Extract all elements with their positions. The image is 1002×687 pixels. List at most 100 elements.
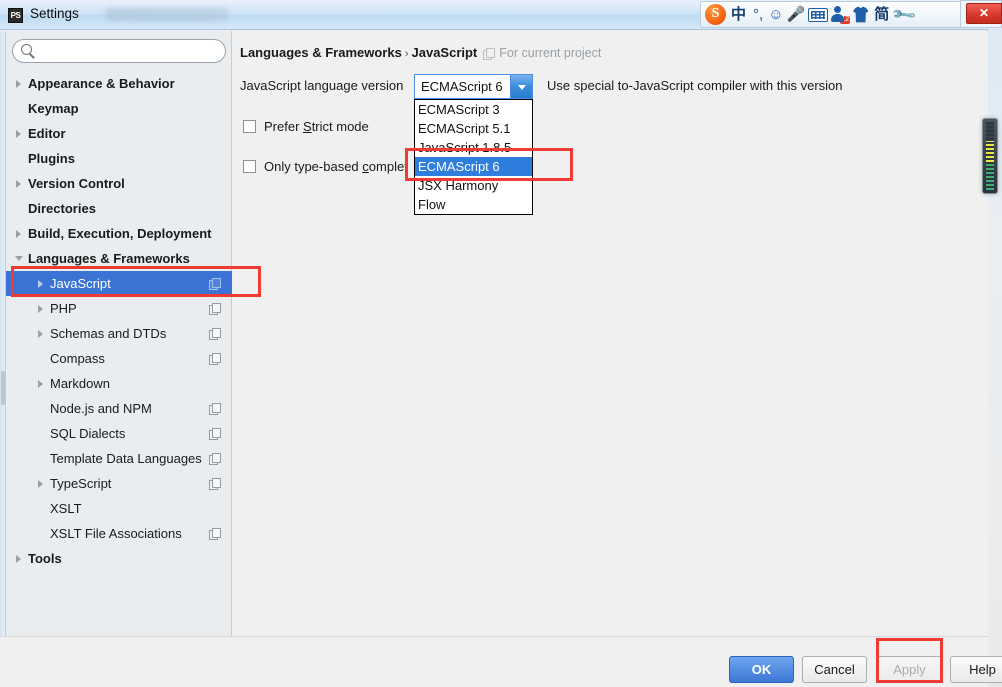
emoji-icon[interactable]: ☺ [768,6,783,23]
checkbox-row-type-based-completion[interactable]: Only type-based complet [243,159,408,174]
redacted-title-suffix [106,8,228,21]
sidebar-item-label: JavaScript [50,276,111,291]
chevron-right-icon[interactable] [36,378,48,390]
chevron-down-icon[interactable] [510,75,532,98]
sidebar-item-xslt[interactable]: XSLT [6,496,232,521]
window-title: Settings [30,6,79,21]
breadcrumb: Languages & Frameworks › JavaScript For cur… [240,45,601,60]
sidebar-item-sql-dialects[interactable]: SQL Dialects [6,421,232,446]
sidebar-item-keymap[interactable]: Keymap [6,96,232,121]
sidebar-item-languages-frameworks[interactable]: Languages & Frameworks [6,246,232,271]
soft-keyboard-icon[interactable] [808,7,829,22]
settings-tree: Appearance & Behavior Keymap Editor Plugins… [6,71,232,631]
dropdown-option-ecmascript-3[interactable]: ECMAScript 3 [415,100,532,119]
chevron-right-icon[interactable] [14,178,26,190]
sidebar-item-label: Node.js and NPM [50,401,152,416]
settings-window: PS Settings Appearance & Behavior Keymap E… [0,0,1002,687]
checkbox-type-based-completion[interactable] [243,160,256,173]
sidebar-item-build-execution-deployment[interactable]: Build, Execution, Deployment [6,221,232,246]
toolbox-icon[interactable]: 🔧 [890,0,918,28]
sidebar-item-compass[interactable]: Compass [6,346,232,371]
sidebar-item-schemas-and-dtds[interactable]: Schemas and DTDs [6,321,232,346]
sidebar-item-tools[interactable]: Tools [6,546,232,571]
sidebar-item-plugins[interactable]: Plugins [6,146,232,171]
level-meter-gadget[interactable] [982,118,998,194]
sidebar-item-php[interactable]: PHP [6,296,232,321]
project-scope-icon [209,403,221,415]
checkbox-row-strict-mode[interactable]: Prefer Strict mode [243,119,369,134]
checkbox-strict-mode-label: Prefer Strict mode [264,119,369,134]
dropdown-option-ecmascript-5-1[interactable]: ECMAScript 5.1 [415,119,532,138]
sidebar-item-xslt-file-associations[interactable]: XSLT File Associations [6,521,232,546]
checkbox-strict-mode[interactable] [243,120,256,133]
chevron-down-icon[interactable] [14,253,26,265]
chevron-right-icon[interactable] [14,78,26,90]
dropdown-option-label: ECMAScript 3 [418,102,500,117]
sogou-ime-toolbar[interactable]: S 中 °, ☺ 🎤 12 简 🔧 [700,1,962,28]
user-center-icon[interactable]: 12 [831,6,851,24]
dropdown-option-ecmascript-6[interactable]: ECMAScript 6 [415,157,532,176]
punctuation-mode-icon[interactable]: °, [751,5,765,25]
sidebar-item-version-control[interactable]: Version Control [6,171,232,196]
dropdown-option-jsx-harmony[interactable]: JSX Harmony [415,176,532,195]
chevron-right-icon[interactable] [36,303,48,315]
help-button[interactable]: Help [950,656,1002,683]
sidebar-item-editor[interactable]: Editor [6,121,232,146]
sidebar-item-typescript[interactable]: TypeScript [6,471,232,496]
breadcrumb-leaf: JavaScript [411,45,478,60]
skin-icon[interactable] [852,6,869,23]
sidebar-item-appearance-behavior[interactable]: Appearance & Behavior [6,71,232,96]
dropdown-option-label: ECMAScript 5.1 [418,121,511,136]
simplified-chinese-icon[interactable]: 简 [872,5,891,25]
chevron-right-icon[interactable] [36,478,48,490]
sidebar-item-label: Build, Execution, Deployment [28,226,212,241]
sogou-logo-icon[interactable]: S [705,4,726,25]
sidebar-item-label: Keymap [28,101,79,116]
sidebar-item-label: Compass [50,351,105,366]
chevron-right-icon[interactable] [14,228,26,240]
breadcrumb-separator: › [404,48,409,60]
sidebar-item-node-js-and-npm[interactable]: Node.js and NPM [6,396,232,421]
sidebar-item-template-data-languages[interactable]: Template Data Languages [6,446,232,471]
sidebar-item-label: Version Control [28,176,125,191]
checkbox-type-based-completion-label: Only type-based complet [264,159,408,174]
dropdown-option-flow[interactable]: Flow [415,195,532,214]
language-version-combobox[interactable]: ECMAScript 6 [414,74,533,99]
project-scope-icon [209,478,221,490]
chevron-right-icon[interactable] [14,128,26,140]
chevron-right-icon[interactable] [36,328,48,340]
project-scope-icon [209,428,221,440]
sidebar-item-javascript[interactable]: JavaScript [6,271,232,296]
search-icon [21,44,32,55]
language-version-dropdown[interactable]: ECMAScript 3 ECMAScript 5.1 JavaScript 1.8… [414,99,533,215]
dropdown-option-label: JSX Harmony [418,178,499,193]
settings-sidebar: Appearance & Behavior Keymap Editor Plugins… [6,31,232,636]
sidebar-item-directories[interactable]: Directories [6,196,232,221]
sidebar-item-markdown[interactable]: Markdown [6,371,232,396]
sidebar-item-label: Markdown [50,376,110,391]
desktop-right-strip [988,0,1002,687]
breadcrumb-root[interactable]: Languages & Frameworks [240,45,402,60]
ok-button[interactable]: OK [729,656,794,683]
chinese-mode-icon[interactable]: 中 [729,5,748,25]
dropdown-option-label: Flow [418,197,446,212]
chevron-right-icon[interactable] [14,553,26,565]
breadcrumb-scope-label: For current project [499,46,602,60]
voice-input-icon[interactable]: 🎤 [787,6,806,23]
close-icon[interactable]: ✕ [966,3,1002,24]
user-center-badge: 12 [840,16,851,24]
dropdown-option-javascript-1-8-5[interactable]: JavaScript 1.8.5 [415,138,532,157]
cancel-button[interactable]: Cancel [802,656,867,683]
sidebar-item-label: XSLT File Associations [50,526,182,541]
sidebar-item-label: Languages & Frameworks [28,251,190,266]
search-input[interactable] [12,39,226,63]
chevron-right-icon[interactable] [36,278,48,290]
apply-button[interactable]: Apply [877,656,942,683]
sidebar-item-label: Template Data Languages [50,451,202,466]
